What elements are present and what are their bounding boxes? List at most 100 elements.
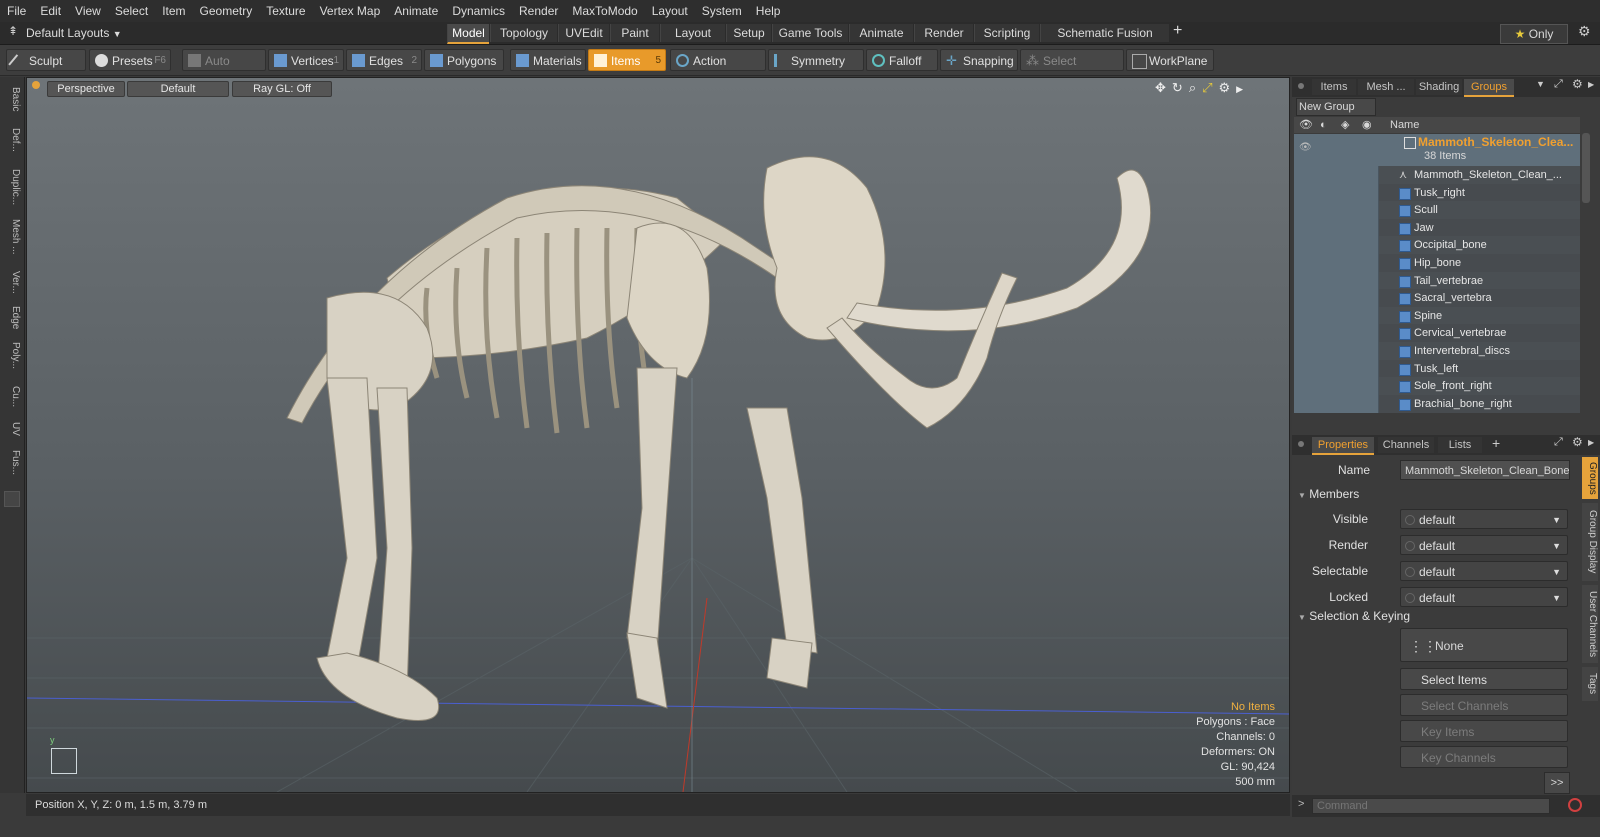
workplane-button[interactable]: WorkPlane — [1126, 49, 1214, 71]
state-columns[interactable] — [1294, 342, 1379, 360]
left-tab-9[interactable]: Fus... — [3, 443, 21, 483]
state-columns[interactable] — [1294, 254, 1379, 272]
action-center-button[interactable]: Action Center — [670, 49, 766, 90]
layout-tab-paint[interactable]: Paint — [610, 24, 659, 42]
select-items-button[interactable]: Select Items — [1400, 668, 1568, 690]
key-channels-button[interactable]: Key Channels — [1400, 746, 1568, 768]
left-tab-6[interactable]: Poly... — [3, 335, 21, 377]
layout-selector[interactable]: Default Layouts ▼ — [26, 24, 156, 42]
group-item-row[interactable]: ⋏ Mammoth_Skeleton_Clean_... — [1294, 166, 1580, 184]
panel-arrow-icon[interactable]: ▶ — [1588, 80, 1594, 89]
menu-file[interactable]: File — [0, 0, 33, 22]
menu-layout[interactable]: Layout — [645, 0, 695, 22]
layout-tab-render[interactable]: Render — [914, 24, 973, 42]
menu-geometry[interactable]: Geometry — [193, 0, 260, 22]
group-item-row[interactable]: Brachial_bone_right — [1294, 394, 1580, 413]
menu-item[interactable]: Item — [155, 0, 192, 22]
side-tab-groups[interactable]: Groups — [1582, 457, 1598, 499]
group-item-row[interactable]: Spine — [1294, 306, 1580, 325]
selection-keying-section[interactable]: ▼ Selection & Keying — [1298, 609, 1410, 623]
layout-tab-setup[interactable]: Setup — [726, 24, 771, 42]
menu-vertex-map[interactable]: Vertex Map — [313, 0, 388, 22]
state-columns[interactable] — [1294, 324, 1379, 343]
layout-tab-model[interactable]: Model — [447, 24, 489, 44]
left-tab-1[interactable]: Def... — [3, 119, 21, 161]
left-tab-2[interactable]: Duplic... — [3, 163, 21, 211]
layout-tab-topology[interactable]: Topology — [490, 24, 557, 42]
group-item-row[interactable]: Tusk_right — [1294, 183, 1580, 202]
command-input[interactable] — [1312, 798, 1550, 814]
tab-lists[interactable]: Lists — [1438, 437, 1482, 453]
symmetry-button[interactable]: Symmetry — [768, 49, 864, 71]
polygons-button[interactable]: Polygons — [424, 49, 504, 71]
locked-dropdown[interactable]: default ▼ — [1400, 587, 1568, 607]
record-icon[interactable] — [1568, 798, 1582, 812]
group-item-row[interactable]: Scull — [1294, 201, 1580, 220]
state-columns[interactable] — [1294, 377, 1379, 396]
state-columns[interactable] — [1294, 183, 1379, 202]
selectable-dropdown[interactable]: default ▼ — [1400, 561, 1568, 581]
panel-gear-icon[interactable]: ⚙ — [1572, 435, 1583, 449]
group-item-row[interactable]: Hip_bone — [1294, 254, 1580, 272]
only-toggle[interactable]: ★ Only — [1500, 24, 1568, 44]
edges-button[interactable]: Edges 2 — [346, 49, 422, 71]
tabs-dropdown-icon[interactable]: ▼ — [1536, 79, 1545, 89]
maximize-icon[interactable]: ⤢ — [1554, 78, 1563, 91]
maximize-icon[interactable]: ⤢ — [1554, 436, 1563, 449]
tab-groups[interactable]: Groups — [1464, 79, 1514, 97]
group-item-row[interactable]: Jaw — [1294, 218, 1580, 237]
left-tab-5[interactable]: Edge — [3, 303, 21, 333]
layout-tab-animate[interactable]: Animate — [849, 24, 913, 42]
add-tab-icon[interactable]: + — [1492, 435, 1500, 451]
panel-arrow-icon[interactable]: ▶ — [1588, 438, 1594, 447]
materials-button[interactable]: Materials — [510, 49, 586, 71]
tab-items[interactable]: Items — [1312, 79, 1356, 95]
falloff-button[interactable]: Falloff — [866, 49, 938, 71]
panel-gear-icon[interactable]: ⚙ — [1572, 77, 1583, 91]
state-columns[interactable] — [1294, 218, 1379, 237]
items-button[interactable]: Items 5 — [588, 49, 666, 71]
visible-dropdown[interactable]: default ▼ — [1400, 509, 1568, 529]
layout-tab-scripting[interactable]: Scripting — [974, 24, 1039, 42]
menu-animate[interactable]: Animate — [387, 0, 445, 22]
state-columns[interactable] — [1294, 289, 1379, 308]
tab-shading[interactable]: Shading — [1416, 79, 1462, 95]
presets-button[interactable]: Presets F6 — [89, 49, 171, 71]
tab-mesh[interactable]: Mesh ... — [1358, 79, 1414, 95]
left-tab-0[interactable]: Basic — [3, 81, 21, 117]
none-button[interactable]: ⋮⋮ None — [1400, 628, 1568, 662]
menu-select[interactable]: Select — [108, 0, 155, 22]
new-group-button[interactable]: New Group — [1296, 98, 1376, 116]
menu-view[interactable]: View — [68, 0, 108, 22]
snapping-button[interactable]: ✛ Snapping — [940, 49, 1018, 71]
list-scrollbar[interactable] — [1582, 133, 1590, 203]
group-item-row[interactable]: Cervical_vertebrae — [1294, 324, 1580, 343]
state-columns[interactable] — [1294, 201, 1379, 220]
left-tab-7[interactable]: Cu... — [3, 379, 21, 415]
auto-select-button[interactable]: Auto Select — [182, 49, 266, 90]
menu-render[interactable]: Render — [512, 0, 565, 22]
menu-system[interactable]: System — [695, 0, 749, 22]
group-item-row[interactable]: Sole_front_right — [1294, 377, 1580, 396]
menu-maxtomodo[interactable]: MaxToModo — [565, 0, 644, 22]
gear-icon[interactable]: ⚙ — [1578, 23, 1591, 40]
left-tab-4[interactable]: Ver... — [3, 263, 21, 301]
group-item-row[interactable]: Intervertebral_discs — [1294, 342, 1580, 360]
state-columns[interactable] — [1294, 271, 1379, 290]
tab-channels[interactable]: Channels — [1378, 437, 1434, 453]
state-columns[interactable] — [1294, 236, 1379, 255]
group-item-row[interactable]: Tusk_left — [1294, 359, 1580, 378]
layout-tab-schematic-fusion[interactable]: Schematic Fusion — [1040, 24, 1169, 42]
group-item-row[interactable]: Occipital_bone — [1294, 236, 1580, 255]
group-row[interactable]: 👁 Mammoth_Skeleton_Clea... 38 Items — [1294, 134, 1580, 166]
side-tab-group-display[interactable]: Group Display — [1582, 503, 1598, 581]
state-columns[interactable] — [1294, 306, 1379, 325]
menu-help[interactable]: Help — [749, 0, 788, 22]
more-button[interactable]: >> — [1544, 772, 1570, 794]
mammoth-skeleton-model[interactable] — [27, 78, 1289, 792]
render-dropdown[interactable]: default ▼ — [1400, 535, 1568, 555]
vertices-button[interactable]: Vertices 1 — [268, 49, 344, 71]
menu-texture[interactable]: Texture — [259, 0, 312, 22]
layout-tab-layout[interactable]: Layout — [660, 24, 725, 42]
3d-viewport[interactable]: Perspective Default Ray GL: Off ✥↻⌕⤢⚙▶ y… — [26, 77, 1290, 793]
